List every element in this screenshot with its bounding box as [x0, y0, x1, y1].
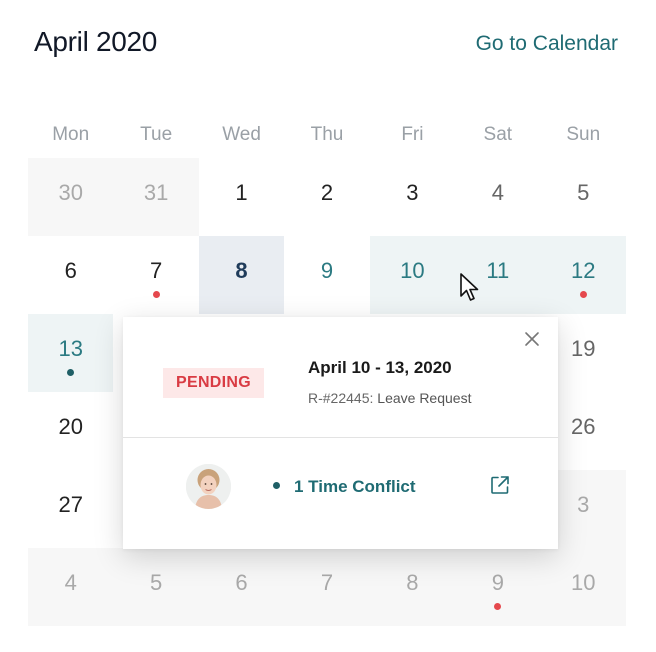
- day-number: 31: [143, 180, 169, 205]
- day-number: 7: [150, 258, 163, 283]
- calendar-day-today[interactable]: 8: [198, 236, 285, 314]
- calendar-day[interactable]: 30: [28, 158, 114, 236]
- mouse-cursor-icon: [459, 272, 481, 304]
- day-number: 9: [320, 258, 334, 283]
- calendar-day[interactable]: 5: [113, 548, 199, 626]
- calendar-day[interactable]: 7: [284, 548, 370, 626]
- go-to-calendar-link[interactable]: Go to Calendar: [476, 32, 618, 56]
- calendar-day-in-range[interactable]: 12: [540, 236, 626, 314]
- calendar-week: 4 5 6 7 8 9 10: [28, 548, 626, 626]
- calendar-day[interactable]: 9: [455, 548, 541, 626]
- calendar-day[interactable]: 20: [28, 392, 113, 470]
- day-number: 3: [406, 180, 419, 205]
- request-id: R-#22445:: [308, 390, 374, 406]
- event-popup: PENDING April 10 - 13, 2020 R-#22445: Le…: [123, 317, 558, 549]
- day-number: 2: [320, 180, 334, 205]
- weekday-label: Sun: [566, 124, 601, 145]
- day-number: 13: [58, 336, 83, 361]
- day-number: 20: [58, 414, 83, 439]
- weekday-label: Mon: [52, 124, 90, 145]
- calendar-day[interactable]: 9: [284, 236, 369, 314]
- calendar-day-in-range[interactable]: 10: [369, 236, 456, 314]
- calendar-day[interactable]: 31: [113, 158, 199, 236]
- time-conflict-link[interactable]: 1 Time Conflict: [273, 477, 416, 497]
- day-number: 10: [400, 258, 425, 283]
- calendar-day[interactable]: 1: [199, 158, 284, 236]
- day-number: 30: [58, 180, 83, 205]
- month-title: April 2020: [34, 26, 158, 57]
- day-number: 10: [571, 570, 596, 595]
- avatar: [186, 464, 231, 509]
- day-number: 1: [235, 180, 248, 205]
- calendar-day[interactable]: 7: [113, 236, 198, 314]
- request-type: Leave Request: [377, 390, 472, 406]
- calendar-week: 6 7 8 9 10 11 12: [28, 236, 626, 314]
- divider: [123, 437, 558, 438]
- status-badge: PENDING: [163, 368, 264, 398]
- weekday-label: Sat: [483, 124, 513, 145]
- external-link-icon[interactable]: [489, 474, 511, 496]
- calendar-day[interactable]: 27: [28, 470, 113, 548]
- day-number: 4: [64, 570, 77, 595]
- event-date-range: April 10 - 13, 2020: [308, 358, 452, 377]
- weekday-label: Tue: [140, 124, 173, 145]
- event-dot: [67, 369, 75, 376]
- calendar-day[interactable]: 4: [28, 548, 114, 626]
- event-dot: [152, 291, 160, 298]
- calendar-day[interactable]: 8: [369, 548, 456, 626]
- weekday-header-row: Mon Tue Wed Thu Fri Sat Sun: [28, 112, 626, 158]
- event-dot: [494, 603, 502, 610]
- day-number: 12: [571, 258, 596, 283]
- weekday-label: Thu: [310, 124, 344, 145]
- calendar-day[interactable]: 2: [284, 158, 369, 236]
- calendar-day[interactable]: 10: [540, 548, 626, 626]
- day-number: 8: [406, 570, 419, 595]
- calendar-day[interactable]: 4: [455, 158, 540, 236]
- calendar-day[interactable]: 3: [370, 158, 455, 236]
- day-number: 7: [320, 570, 334, 595]
- weekday-label: Wed: [222, 124, 261, 145]
- conflict-bullet: [273, 482, 280, 490]
- day-number: 6: [64, 258, 77, 283]
- calendar-day[interactable]: 6: [198, 548, 285, 626]
- time-conflict-label: 1 Time Conflict: [294, 477, 416, 496]
- request-reference: R-#22445: Leave Request: [308, 390, 471, 406]
- calendar-week: 30 31 1 2 3 4 5: [28, 158, 626, 236]
- day-number: 5: [577, 180, 590, 205]
- day-number: 8: [235, 258, 248, 283]
- day-number: 5: [150, 570, 163, 595]
- calendar-day[interactable]: 5: [541, 158, 626, 236]
- day-number: 27: [58, 492, 83, 517]
- day-number: 4: [491, 180, 504, 205]
- calendar-day-in-range[interactable]: 13: [28, 314, 114, 392]
- close-icon[interactable]: [522, 329, 542, 349]
- day-number: 6: [235, 570, 248, 595]
- calendar-header: April 2020 Go to Calendar: [34, 26, 618, 66]
- weekday-label: Fri: [401, 124, 424, 145]
- event-dot: [579, 291, 587, 298]
- calendar-day[interactable]: 6: [28, 236, 113, 314]
- day-number: 9: [491, 570, 504, 595]
